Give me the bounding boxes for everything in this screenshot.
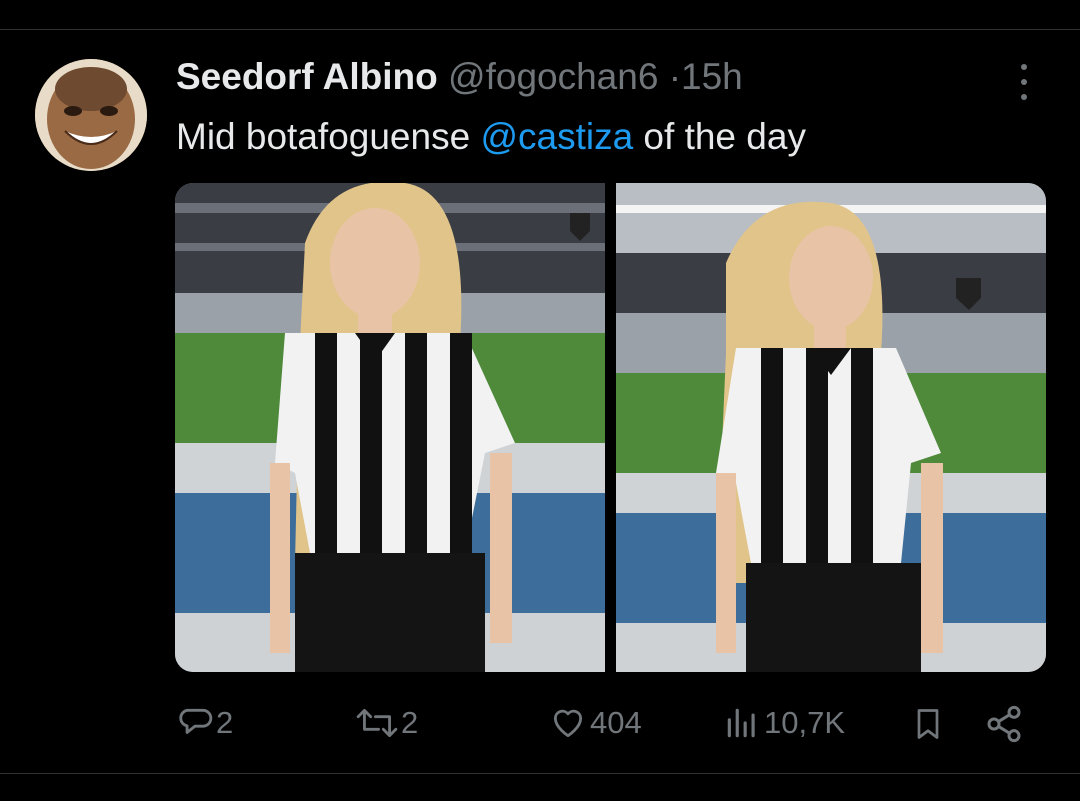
retweet-count: 2 — [401, 705, 419, 740]
separator-dot: · — [668, 56, 682, 97]
bottom-divider — [0, 773, 1080, 774]
like-button[interactable]: 404 — [548, 704, 642, 742]
tweet-text: Mid botafoguense @castiza of the day — [176, 114, 806, 160]
share-button[interactable] — [984, 704, 1024, 744]
tweet-text-end: of the day — [633, 116, 806, 157]
reply-icon — [176, 704, 214, 742]
tweet-time[interactable]: 15h — [681, 56, 743, 97]
views-icon — [722, 704, 762, 742]
more-icon[interactable] — [1010, 62, 1038, 102]
top-divider — [0, 29, 1080, 30]
bookmark-icon — [910, 704, 946, 744]
media-photo-1[interactable] — [175, 183, 605, 672]
author-name[interactable]: Seedorf Albino — [176, 56, 438, 97]
like-count: 404 — [590, 705, 642, 740]
retweet-button[interactable]: 2 — [355, 704, 418, 742]
photo-2-image — [616, 183, 1046, 672]
avatar-image — [35, 59, 147, 171]
author-avatar[interactable] — [35, 59, 147, 171]
views-button[interactable]: 10,7K — [722, 704, 845, 742]
author-handle[interactable]: @fogochan6 — [448, 56, 658, 97]
like-icon — [548, 704, 588, 742]
reply-count: 2 — [216, 705, 234, 740]
views-count: 10,7K — [764, 705, 846, 740]
retweet-icon — [355, 704, 399, 742]
reply-button[interactable]: 2 — [176, 704, 233, 742]
media-photo-2[interactable] — [616, 183, 1046, 672]
tweet-media — [175, 183, 1046, 672]
photo-1-image — [175, 183, 605, 672]
tweet-text-start: Mid botafoguense — [176, 116, 481, 157]
tweet-actions: 2 2 404 10,7K — [0, 700, 1080, 750]
tweet-header: Seedorf Albino @fogochan6 ·15h — [176, 54, 743, 100]
share-icon — [984, 704, 1024, 744]
mention-link[interactable]: @castiza — [480, 116, 633, 157]
bookmark-button[interactable] — [910, 704, 946, 744]
